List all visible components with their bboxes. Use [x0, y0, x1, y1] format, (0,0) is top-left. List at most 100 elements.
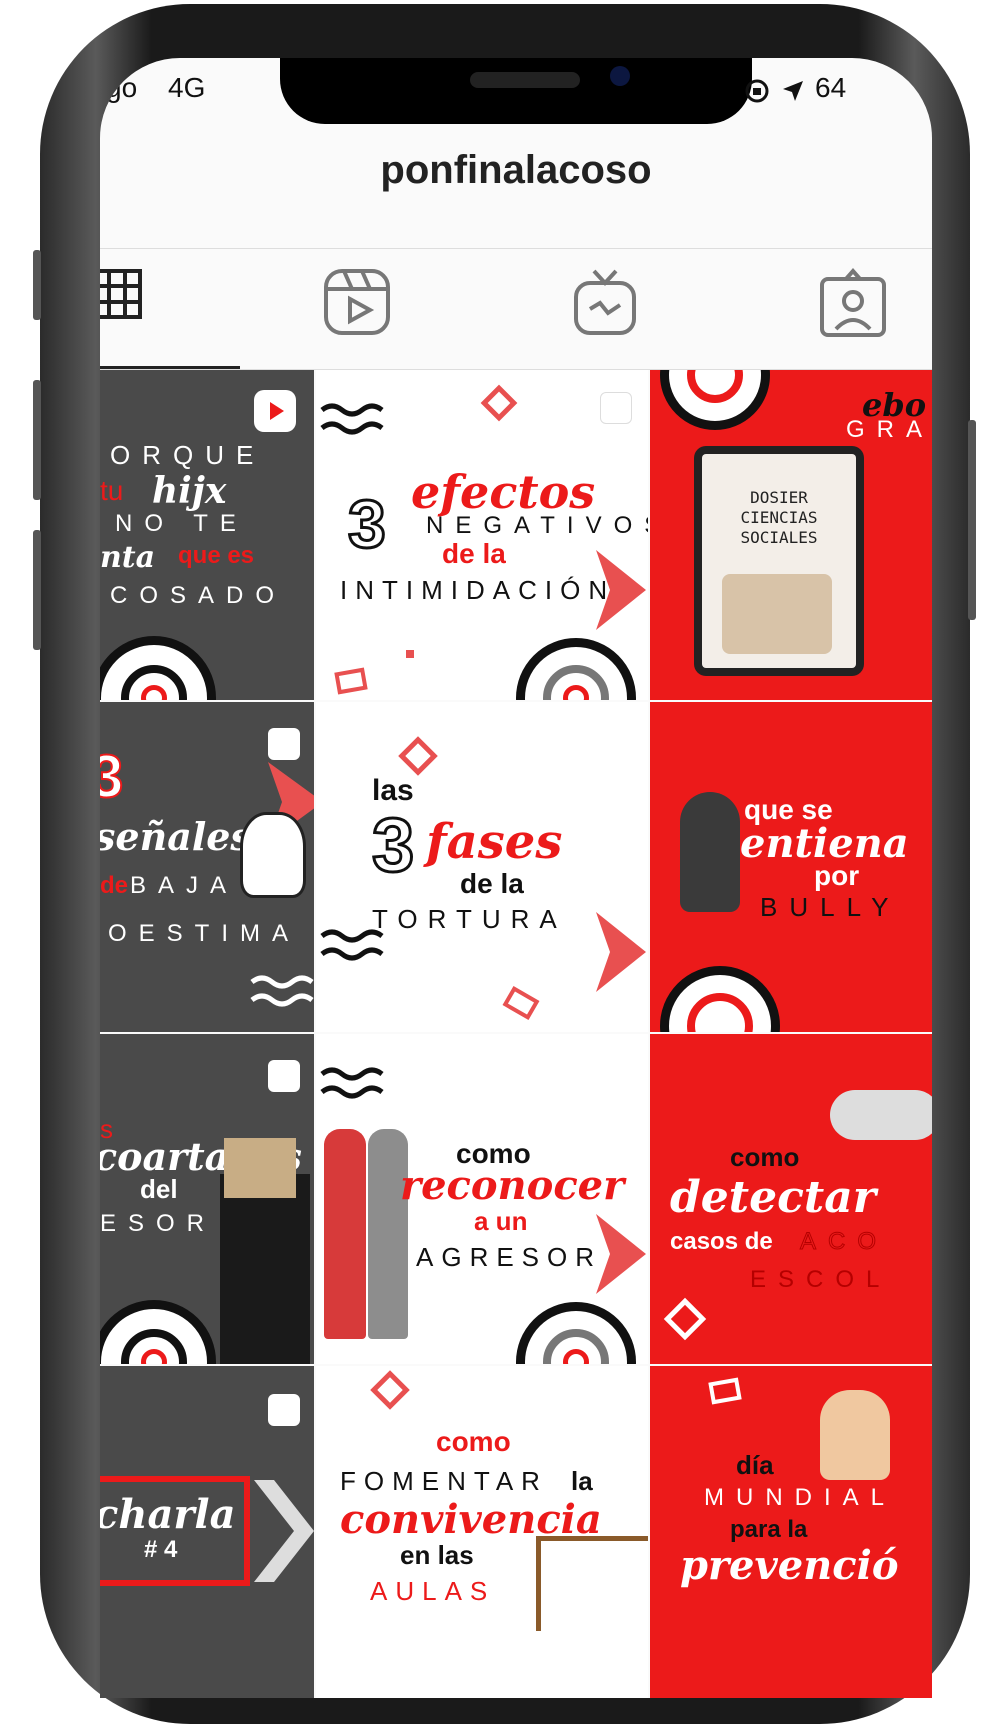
ebook-tablet: DOSIER CIENCIAS SOCIALES	[694, 446, 864, 676]
carousel-badge-icon	[268, 1394, 300, 1426]
person-illustration	[324, 1129, 366, 1339]
post-text: # 4	[144, 1536, 178, 1563]
tab-tagged[interactable]	[818, 267, 888, 342]
desk-illustration	[536, 1536, 648, 1631]
post-text: fases	[426, 814, 563, 870]
character-illustration	[240, 812, 306, 898]
igtv-icon	[574, 269, 636, 335]
post-11[interactable]: como FOMENTAR la convivencia en las AULA…	[316, 1366, 648, 1698]
post-text: BULLY	[760, 892, 901, 922]
post-text: por	[814, 860, 860, 891]
speaker	[470, 72, 580, 88]
tab-igtv[interactable]	[570, 267, 640, 342]
camera-illustration	[830, 1090, 932, 1140]
post-text: ORQUE	[110, 440, 266, 470]
post-text: 3	[370, 802, 415, 890]
post-text: BAJA	[130, 872, 239, 899]
post-2[interactable]: 3 efectos NEGATIVOS de la INTIMIDACIÓN	[316, 370, 648, 700]
target-graphic	[100, 1300, 216, 1364]
rotation-lock-icon	[745, 79, 769, 103]
post-text: a un	[474, 1206, 528, 1236]
post-text: ESOR	[100, 1210, 217, 1237]
post-text: como	[730, 1142, 800, 1172]
post-1[interactable]: ORQUE tu hijx NO TE nta que es COSADO	[100, 370, 314, 700]
post-5[interactable]: las 3 fases de la TORTURA	[316, 702, 648, 1032]
post-text: ACO	[799, 1228, 889, 1256]
volume-up-button	[33, 380, 41, 500]
post-text: GRA	[846, 416, 932, 443]
post-8[interactable]: como reconocer a un AGRESOR	[316, 1034, 648, 1364]
grid-icon	[100, 269, 142, 319]
wave-decoration	[320, 929, 384, 961]
post-text: para la	[730, 1516, 808, 1543]
battery-label: 64	[815, 72, 847, 103]
post-text: como	[436, 1426, 511, 1457]
post-text: día	[736, 1450, 774, 1480]
post-text: detectar	[670, 1172, 876, 1223]
target-graphic	[100, 636, 216, 700]
post-6[interactable]: que se entiena por BULLY	[650, 702, 932, 1032]
post-text: del	[140, 1174, 178, 1204]
post-text: AULAS	[370, 1576, 496, 1606]
post-text: NO TE	[115, 510, 248, 537]
post-text: charla	[100, 1491, 236, 1538]
reels-badge-icon	[254, 390, 296, 432]
post-text: NEGATIVOS	[426, 512, 648, 539]
tab-reels[interactable]	[322, 267, 392, 342]
post-3[interactable]: ebo GRA DOSIER CIENCIAS SOCIALES	[650, 370, 932, 700]
post-text: CIENCIAS	[740, 508, 818, 527]
tab-grid[interactable]	[100, 267, 150, 332]
post-text: la	[571, 1466, 593, 1496]
location-arrow-icon	[783, 81, 803, 101]
wave-decoration	[320, 403, 384, 435]
post-text: hijx	[152, 470, 227, 512]
target-graphic	[516, 638, 636, 700]
post-text: de la	[442, 538, 506, 569]
person-illustration	[220, 1174, 310, 1364]
front-camera	[610, 66, 630, 86]
post-text: COSADO	[110, 582, 287, 609]
wave-decoration	[320, 1067, 384, 1099]
post-text: TORTURA	[372, 904, 567, 934]
person-illustration	[680, 792, 740, 912]
post-text: INTIMIDACIÓN	[340, 575, 616, 605]
side-button	[968, 420, 976, 620]
post-text: de la	[460, 868, 524, 899]
post-text: AGRESOR	[416, 1242, 603, 1272]
carousel-badge-icon	[268, 728, 300, 760]
profile-tabs	[100, 248, 932, 370]
post-text: OESTIMA	[108, 920, 301, 947]
post-text: tu	[100, 475, 124, 506]
selected-tab-indicator	[100, 366, 240, 369]
post-text: de	[100, 872, 129, 899]
reels-icon	[324, 269, 390, 335]
post-text: en las	[400, 1540, 474, 1570]
target-graphic	[660, 370, 770, 430]
carrier-label: go	[106, 72, 138, 103]
post-text: SOCIALES	[740, 528, 818, 547]
carousel-badge-icon	[268, 1060, 300, 1092]
post-text: ESCOL	[750, 1266, 892, 1293]
post-text: 3	[347, 485, 388, 564]
target-graphic	[660, 966, 780, 1032]
chevron-right-icon	[254, 1480, 314, 1582]
profile-username: ponfinalacoso	[380, 148, 652, 192]
network-label: 4G	[168, 72, 206, 103]
volume-down-button	[33, 530, 41, 650]
mute-switch	[33, 250, 41, 320]
person-illustration	[368, 1129, 408, 1339]
post-text: FOMENTAR	[340, 1466, 548, 1496]
post-text: DOSIER	[750, 488, 808, 507]
post-text: 3	[100, 742, 124, 811]
post-9[interactable]: como detectar casos de ACO ESCOL	[650, 1034, 932, 1364]
post-text: casos de	[670, 1228, 773, 1255]
target-graphic	[516, 1302, 636, 1364]
wave-decoration	[250, 975, 314, 1007]
post-12[interactable]: día MUNDIAL para la prevenció	[650, 1366, 932, 1698]
posts-grid: ORQUE tu hijx NO TE nta que es COSADO 3 …	[100, 370, 932, 1698]
post-text: señales	[100, 814, 252, 859]
post-text: nta	[100, 540, 156, 575]
screen: go 4G 64 ponfinalacoso ORQUE tu hijx NO …	[100, 58, 932, 1698]
carousel-badge-icon	[600, 392, 632, 424]
person-illustration	[820, 1390, 890, 1480]
